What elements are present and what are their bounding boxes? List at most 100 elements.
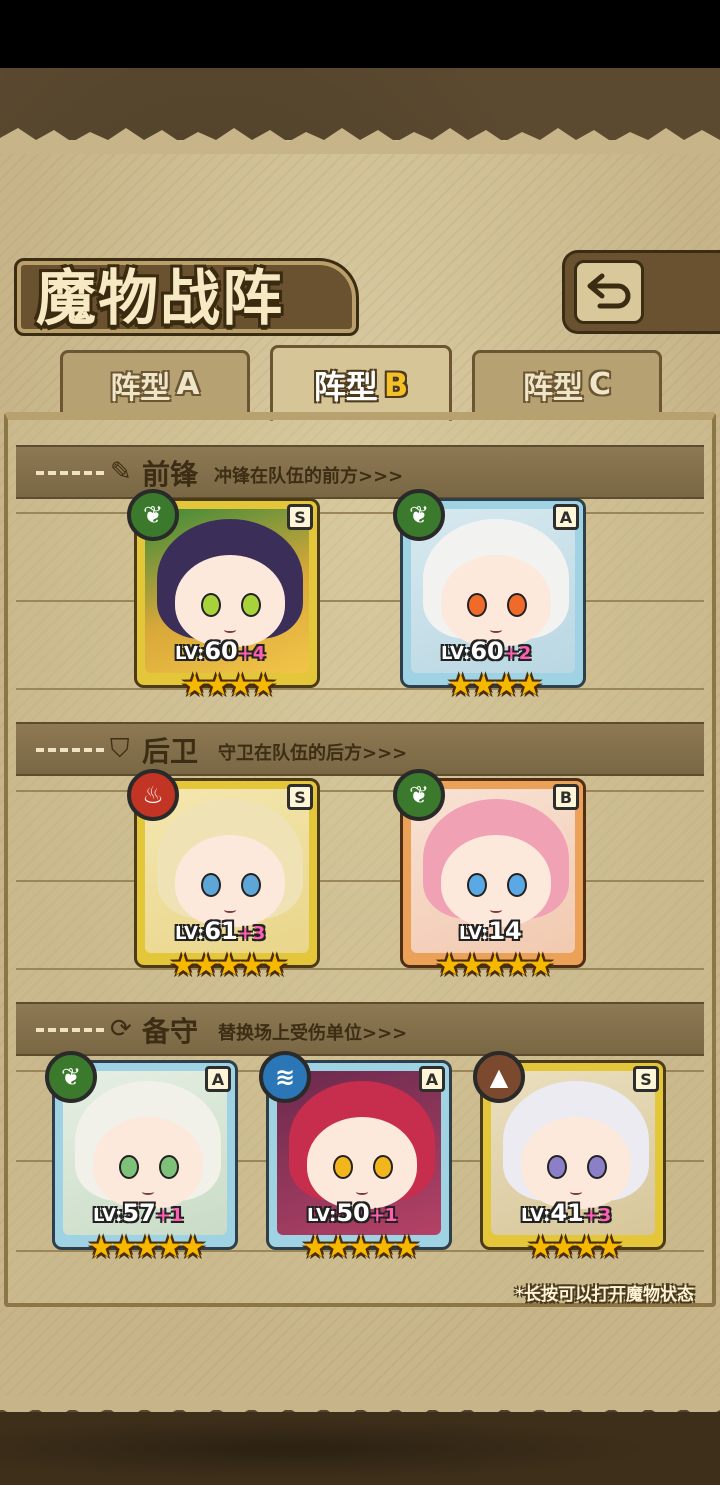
tab-label: 阵型 [110, 370, 171, 406]
status-bar [0, 0, 720, 68]
monster-card-reserve-2[interactable]: ≋ A LV:50+1 ★★★★★ [259, 1051, 452, 1265]
mouth [570, 1189, 582, 1195]
shield-icon: ⛉ [110, 734, 130, 764]
section-title: 备守 [142, 1015, 199, 1048]
mouth [490, 907, 502, 913]
grade-badge: B [553, 784, 579, 810]
eye [373, 1155, 393, 1179]
star-rating: ★★★★★ [87, 1230, 206, 1265]
tab-letter: A [176, 367, 200, 402]
level-label: LV:57+1 [93, 1199, 183, 1227]
level-value: 50 [336, 1199, 370, 1227]
mouth [142, 1189, 154, 1195]
section-title: 前锋 [142, 458, 199, 491]
page-title: 魔物战阵 [36, 264, 284, 334]
eye [241, 873, 261, 897]
eye [467, 593, 487, 617]
tab-formation-c[interactable]: 阵型 C [472, 350, 662, 416]
mouth [224, 627, 236, 633]
monster-card-rear-2[interactable]: ❦ B LV:14 ★★★★★ [393, 769, 586, 983]
level-bonus: +2 [503, 643, 532, 664]
eye [119, 1155, 139, 1179]
level-label: LV:61+3 [175, 917, 265, 945]
monster-card-reserve-3[interactable]: ▲ S LV:41+3 ★★★★ [473, 1051, 666, 1265]
divider [16, 968, 704, 970]
tab-label: 阵型 [522, 370, 583, 406]
mouth [490, 627, 502, 633]
nature-element-icon: ❦ [45, 1051, 97, 1103]
level-prefix: LV: [521, 1205, 551, 1226]
grade-badge: A [419, 1066, 445, 1092]
level-bonus: +4 [237, 643, 266, 664]
level-bonus: +1 [155, 1205, 184, 1226]
tab-label: 阵型 [313, 367, 378, 406]
back-arrow-icon[interactable] [574, 260, 644, 324]
fire-element-icon: ♨ [127, 769, 179, 821]
section-title: 后卫 [142, 735, 199, 768]
tab-letter: C [588, 367, 612, 402]
level-value: 61 [204, 917, 238, 945]
divider [16, 688, 704, 690]
eye [467, 873, 487, 897]
level-prefix: LV: [175, 643, 205, 664]
section-rear-header: ⛉ 后卫 守卫在队伍的后方>>> [16, 722, 704, 776]
star-rating: ★★★★ [447, 668, 543, 703]
star-rating: ★★★★★ [169, 948, 288, 983]
long-press-hint: *长按可以打开魔物状态 [515, 1285, 694, 1305]
tab-letter: B [383, 365, 409, 404]
level-prefix: LV: [175, 923, 205, 944]
divider [16, 600, 704, 602]
monster-card-reserve-1[interactable]: ❦ A LV:57+1 ★★★★★ [45, 1051, 238, 1265]
divider [16, 512, 704, 514]
eye [201, 593, 221, 617]
face [521, 1117, 631, 1209]
tab-formation-b[interactable]: 阵型 B [270, 345, 452, 421]
level-bonus: +3 [583, 1205, 612, 1226]
nature-element-icon: ❦ [393, 769, 445, 821]
level-label: LV:41+3 [521, 1199, 611, 1227]
grade-badge: S [633, 1066, 659, 1092]
water-element-icon: ≋ [259, 1051, 311, 1103]
nature-element-icon: ❦ [127, 489, 179, 541]
level-value: 41 [550, 1199, 584, 1227]
star-rating: ★★★★★ [435, 948, 554, 983]
grade-badge: A [205, 1066, 231, 1092]
grade-badge: A [553, 504, 579, 530]
section-vanguard-header: ✎ 前锋 冲锋在队伍的前方>>> [16, 445, 704, 499]
grade-badge: S [287, 784, 313, 810]
divider [16, 790, 704, 792]
eye [159, 1155, 179, 1179]
monster-card-vanguard-2[interactable]: ❦ A LV:60+2 ★★★★ [393, 489, 586, 703]
tab-formation-a[interactable]: 阵型 A [60, 350, 250, 416]
sword-icon: ✎ [110, 457, 132, 487]
face [441, 555, 551, 647]
face [175, 835, 285, 927]
level-label: LV:14 [459, 917, 522, 945]
face [441, 835, 551, 927]
level-value: 14 [488, 917, 522, 945]
monster-card-rear-1[interactable]: ♨ S LV:61+3 ★★★★★ [127, 769, 320, 983]
monster-card-vanguard-1[interactable]: ❦ S LV:60+4 ★★★★ [127, 489, 320, 703]
section-reserve-header: ⟳ 备守 替换场上受伤单位>>> [16, 1002, 704, 1056]
mouth [224, 907, 236, 913]
level-prefix: LV: [307, 1205, 337, 1226]
section-subtitle: 冲锋在队伍的前方>>> [214, 466, 404, 487]
star-rating: ★★★★★ [301, 1230, 420, 1265]
dash-line [36, 1028, 104, 1032]
star-rating: ★★★★ [181, 668, 277, 703]
eye [507, 593, 527, 617]
divider [16, 880, 704, 882]
level-value: 60 [470, 637, 504, 665]
dash-line [36, 471, 104, 475]
swap-icon: ⟳ [110, 1014, 132, 1044]
level-bonus: +1 [369, 1205, 398, 1226]
bottom-frame [0, 1412, 720, 1485]
section-subtitle: 替换场上受伤单位>>> [218, 1023, 408, 1044]
face [307, 1117, 417, 1209]
level-value: 60 [204, 637, 238, 665]
level-bonus: +3 [237, 923, 266, 944]
star-rating: ★★★★ [527, 1230, 623, 1265]
dash-line [36, 748, 104, 752]
level-value: 57 [122, 1199, 156, 1227]
level-label: LV:50+1 [307, 1199, 397, 1227]
